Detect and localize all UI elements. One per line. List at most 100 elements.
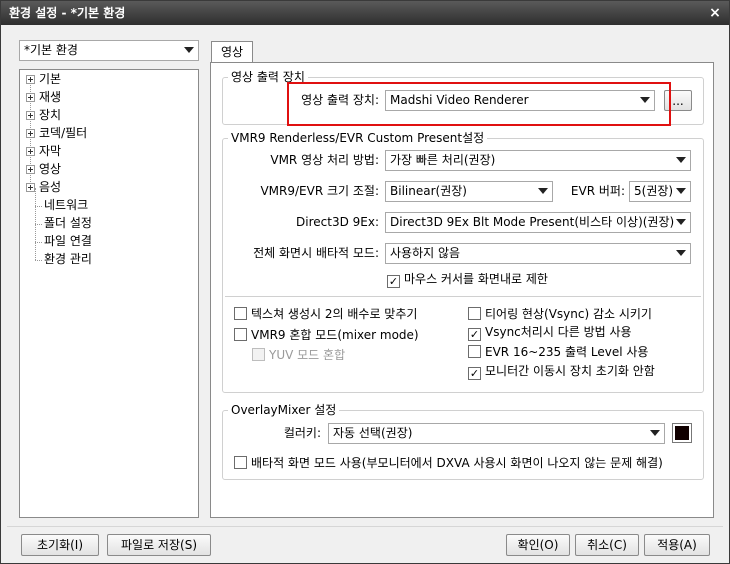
evr-buffer-select[interactable]: 5(권장) bbox=[629, 181, 691, 202]
vsync-alt-method-checkbox[interactable]: ✓ Vsync처리시 다른 방법 사용 bbox=[468, 324, 632, 341]
apply-button[interactable]: 적용(A) bbox=[644, 534, 710, 556]
tree-item-audio[interactable]: 음성 bbox=[26, 178, 61, 196]
tree-item-label: 자막 bbox=[39, 144, 62, 158]
checkbox-icon[interactable] bbox=[468, 345, 481, 358]
tree-item-playback[interactable]: 재생 bbox=[26, 88, 61, 106]
expand-plus-icon[interactable] bbox=[26, 165, 35, 174]
checkmark-icon[interactable]: ✓ bbox=[468, 367, 481, 380]
d3d9ex-label: Direct3D 9Ex: bbox=[296, 215, 379, 229]
vmr-group-title: VMR9 Renderless/EVR Custom Present설정 bbox=[228, 131, 488, 145]
chevron-down-icon bbox=[676, 250, 686, 256]
mouse-limit-label: 마우스 커서를 화면내로 제한 bbox=[404, 272, 548, 286]
checkmark-icon[interactable]: ✓ bbox=[468, 328, 481, 341]
colorkey-select[interactable]: 자동 선택(권장) bbox=[328, 423, 665, 444]
mixer-mode-checkbox[interactable]: VMR9 혼합 모드(mixer mode) bbox=[234, 327, 419, 343]
exclusive-mode-checkbox[interactable]: 배타적 화면 모드 사용(부모니터에서 DXVA 사용시 화면이 나오지 않는 … bbox=[234, 455, 663, 471]
footer-divider bbox=[7, 526, 723, 527]
tree-item-label: 영상 bbox=[39, 162, 62, 176]
chevron-down-icon bbox=[538, 188, 548, 194]
ok-button[interactable]: 확인(O) bbox=[506, 534, 570, 556]
fullscreen-exclusive-select[interactable]: 사용하지 않음 bbox=[385, 243, 691, 264]
checkbox-icon[interactable] bbox=[234, 307, 247, 320]
tree-item-label: 재생 bbox=[39, 90, 62, 104]
expand-plus-icon[interactable] bbox=[26, 75, 35, 84]
tab-video[interactable]: 영상 bbox=[211, 41, 253, 63]
mouse-limit-checkbox[interactable]: ✓ 마우스 커서를 화면내로 제한 bbox=[387, 271, 548, 288]
expand-plus-icon[interactable] bbox=[26, 147, 35, 156]
vsync-tearing-label: 티어링 현상(Vsync) 감소 시키기 bbox=[485, 307, 652, 321]
window-title: 환경 설정 - *기본 환경 bbox=[9, 6, 126, 20]
cancel-button-label: 취소(C) bbox=[587, 538, 627, 552]
chevron-down-icon bbox=[676, 188, 686, 194]
evr-buffer-value: 5(권장) bbox=[634, 184, 674, 198]
vmr-method-label: VMR 영상 처리 방법: bbox=[270, 153, 379, 167]
tree-item-profile-management[interactable]: 환경 관리 bbox=[44, 250, 92, 268]
fullscreen-exclusive-value: 사용하지 않음 bbox=[390, 246, 461, 260]
browse-label: ... bbox=[672, 94, 684, 108]
tree-item-folders[interactable]: 폴더 설정 bbox=[44, 214, 92, 232]
tree-item-video[interactable]: 영상 bbox=[26, 160, 61, 178]
tree-item-subtitle[interactable]: 자막 bbox=[26, 142, 61, 160]
tree-item-label: 장치 bbox=[39, 108, 62, 122]
tree-item-label: 환경 관리 bbox=[44, 252, 92, 266]
reset-button[interactable]: 초기화(I) bbox=[21, 534, 99, 556]
tree-item-label: 기본 bbox=[39, 72, 62, 86]
apply-button-label: 적용(A) bbox=[657, 538, 697, 552]
tree-connector bbox=[35, 206, 42, 207]
profile-select[interactable]: *기본 환경 bbox=[19, 40, 199, 61]
resize-label: VMR9/EVR 크기 조절: bbox=[260, 184, 379, 198]
expand-plus-icon[interactable] bbox=[26, 111, 35, 120]
colorkey-color-swatch[interactable] bbox=[672, 423, 692, 443]
colorkey-label: 컬러키: bbox=[283, 426, 321, 440]
mixer-mode-label: VMR9 혼합 모드(mixer mode) bbox=[251, 328, 419, 342]
vsync-tearing-checkbox[interactable]: 티어링 현상(Vsync) 감소 시키기 bbox=[468, 306, 652, 322]
tree-item-device[interactable]: 장치 bbox=[26, 106, 61, 124]
yuv-mixing-checkbox: YUV 모드 혼합 bbox=[252, 347, 345, 363]
checkbox-icon[interactable] bbox=[468, 307, 481, 320]
ok-button-label: 확인(O) bbox=[517, 538, 559, 552]
tree-connector bbox=[35, 242, 42, 243]
profile-select-value: *기본 환경 bbox=[24, 43, 78, 57]
resize-select[interactable]: Bilinear(권장) bbox=[385, 181, 553, 202]
chevron-down-icon bbox=[650, 430, 660, 436]
chevron-down-icon bbox=[184, 47, 194, 53]
settings-tree[interactable]: 기본 재생 장치 코덱/필터 자막 영상 음성 네트워크 폴더 설정 파일 연결 bbox=[19, 69, 199, 518]
divider bbox=[225, 296, 701, 297]
tree-item-label: 네트워크 bbox=[44, 198, 89, 212]
exclusive-mode-label: 배타적 화면 모드 사용(부모니터에서 DXVA 사용시 화면이 나오지 않는 … bbox=[251, 456, 663, 470]
tree-item-codec-filter[interactable]: 코덱/필터 bbox=[26, 124, 87, 142]
tree-item-file-association[interactable]: 파일 연결 bbox=[44, 232, 92, 250]
fullscreen-exclusive-label: 전체 화면시 배타적 모드: bbox=[253, 246, 379, 260]
texture-pow2-checkbox[interactable]: 텍스쳐 생성시 2의 배수로 맞추기 bbox=[234, 306, 417, 322]
tree-item-label: 폴더 설정 bbox=[44, 216, 92, 230]
tree-item-label: 음성 bbox=[39, 180, 62, 194]
d3d9ex-select[interactable]: Direct3D 9Ex Blt Mode Present(비스타 이상)(권장… bbox=[385, 212, 691, 233]
monitor-reset-label: 모니터간 이동시 장치 초기화 안함 bbox=[485, 364, 655, 378]
chevron-down-icon bbox=[676, 219, 686, 225]
checkmark-icon[interactable]: ✓ bbox=[387, 275, 400, 288]
expand-plus-icon[interactable] bbox=[26, 129, 35, 138]
resize-value: Bilinear(권장) bbox=[390, 184, 467, 198]
expand-plus-icon[interactable] bbox=[26, 183, 35, 192]
expand-plus-icon[interactable] bbox=[26, 93, 35, 102]
overlay-group-title: OverlayMixer 설정 bbox=[228, 403, 340, 417]
evr-buffer-label: EVR 버퍼: bbox=[570, 184, 625, 198]
close-icon[interactable]: × bbox=[707, 1, 723, 25]
checkbox-icon[interactable] bbox=[234, 328, 247, 341]
monitor-reset-checkbox[interactable]: ✓ 모니터간 이동시 장치 초기화 안함 bbox=[468, 363, 655, 380]
evr-level-checkbox[interactable]: EVR 16~235 출력 Level 사용 bbox=[468, 344, 648, 360]
preferences-window: 환경 설정 - *기본 환경 × *기본 환경 기본 재생 장치 코덱/필터 자… bbox=[0, 0, 730, 564]
tree-item-network[interactable]: 네트워크 bbox=[44, 196, 88, 214]
texture-pow2-label: 텍스쳐 생성시 2의 배수로 맞추기 bbox=[251, 307, 418, 321]
save-to-file-button[interactable]: 파일로 저장(S) bbox=[107, 534, 211, 556]
reset-button-label: 초기화(I) bbox=[36, 538, 84, 552]
colorkey-value: 자동 선택(권장) bbox=[333, 426, 413, 440]
save-button-label: 파일로 저장(S) bbox=[121, 538, 197, 552]
tree-item-basic[interactable]: 기본 bbox=[26, 70, 61, 88]
yuv-mixing-label: YUV 모드 혼합 bbox=[269, 348, 346, 362]
chevron-down-icon bbox=[676, 157, 686, 163]
checkbox-icon[interactable] bbox=[234, 456, 247, 469]
cancel-button[interactable]: 취소(C) bbox=[575, 534, 639, 556]
vmr-method-select[interactable]: 가장 빠른 처리(권장) bbox=[385, 150, 691, 171]
checkbox-icon bbox=[252, 348, 265, 361]
